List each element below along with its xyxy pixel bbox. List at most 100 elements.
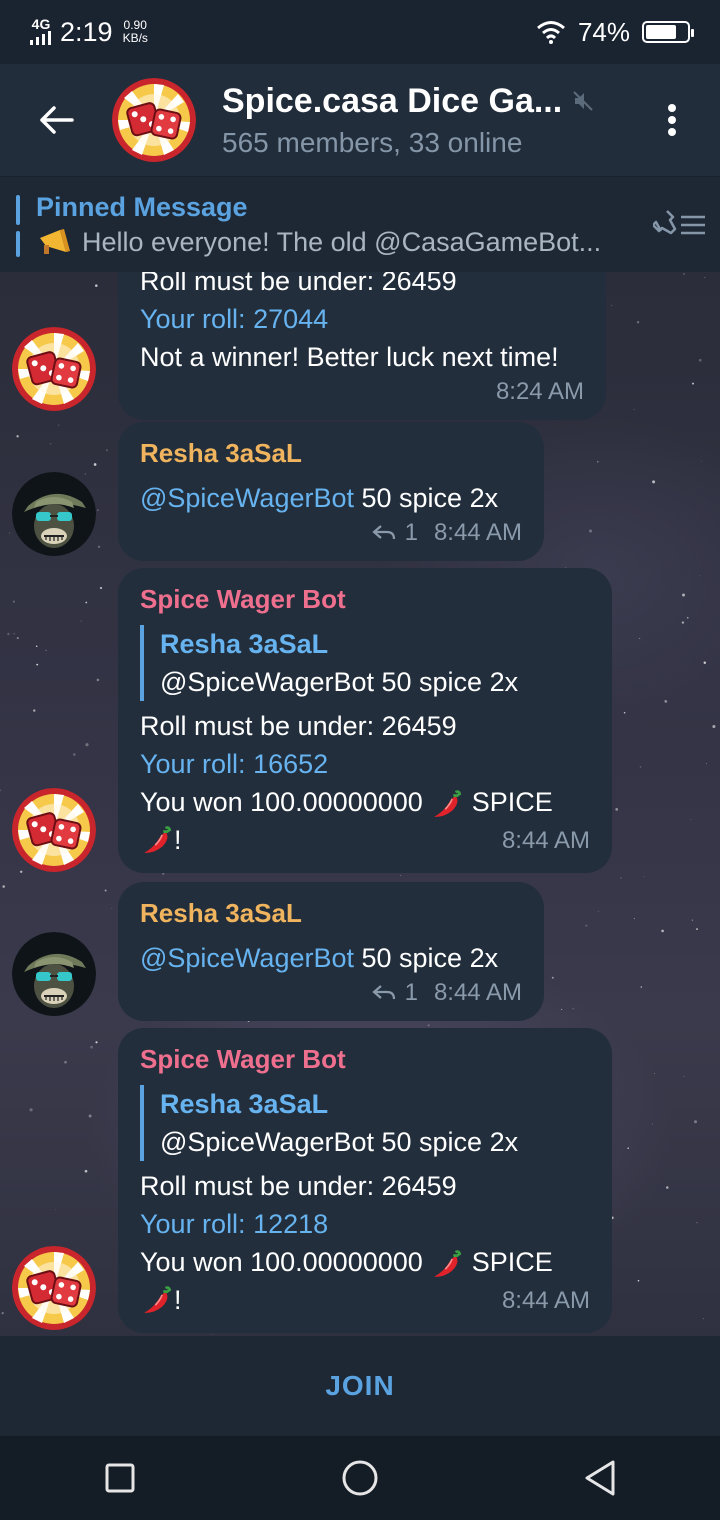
battery-percent: 74% — [577, 16, 630, 47]
star — [698, 358, 702, 362]
join-button[interactable]: JOIN — [325, 1370, 394, 1402]
result-text: Not a winner! Better luck next time! — [140, 342, 559, 372]
star — [640, 986, 643, 988]
chili-pepper-icon — [140, 1283, 174, 1317]
message-time: 8:44 AM — [501, 827, 590, 854]
avatar[interactable] — [12, 327, 96, 411]
reply-icon — [371, 525, 395, 540]
star — [93, 463, 97, 466]
avatar[interactable] — [12, 788, 96, 872]
group-avatar[interactable] — [112, 78, 196, 162]
star — [597, 461, 599, 463]
star — [636, 321, 640, 324]
message-bubble[interactable]: Roll must be under: 26459 Your roll: 270… — [118, 272, 606, 420]
star — [55, 1209, 57, 1210]
star — [50, 443, 52, 445]
monkey-avatar-icon — [12, 472, 96, 556]
chat-title: Spice.casa Dice Ga... — [222, 81, 563, 120]
dice-logo-icon — [12, 327, 96, 411]
recents-button[interactable] — [60, 1436, 180, 1520]
star — [90, 1045, 94, 1049]
system-back-button[interactable] — [540, 1436, 660, 1520]
star — [666, 1186, 669, 1189]
pinned-indicator — [16, 195, 20, 257]
star — [654, 1073, 656, 1074]
pinned-message-bar[interactable]: Pinned Message Hello everyone! The old @… — [0, 176, 720, 272]
kebab-menu-icon — [668, 104, 676, 136]
quote-sender: Resha 3aSaL — [160, 1089, 329, 1119]
star — [696, 928, 698, 931]
star — [561, 1008, 563, 1010]
star — [1, 1311, 4, 1315]
avatar[interactable] — [12, 1246, 96, 1330]
message-line: Roll must be under: 26459 — [140, 272, 457, 296]
star — [29, 1108, 33, 1112]
message-bubble[interactable]: Resha 3aSaL @SpiceWagerBot 50 spice 2x 1… — [118, 882, 544, 1021]
message-list[interactable]: Roll must be under: 26459 Your roll: 270… — [0, 272, 720, 1336]
star — [620, 877, 622, 879]
pinned-title: Pinned Message — [36, 191, 248, 222]
reply-quote[interactable]: Resha 3aSaL @SpiceWagerBot 50 spice 2x — [140, 1085, 590, 1161]
roll-value: Your roll: 12218 — [140, 1209, 329, 1239]
pinned-text: Hello everyone! The old @CasaGameBot... — [82, 226, 602, 257]
star — [633, 409, 635, 410]
star — [84, 473, 87, 475]
star — [9, 532, 11, 534]
star — [45, 649, 47, 651]
message-bubble[interactable]: Resha 3aSaL @SpiceWagerBot 50 spice 2x 1… — [118, 422, 544, 561]
star — [585, 924, 588, 927]
mention-link[interactable]: @SpiceWagerBot — [140, 483, 354, 513]
megaphone-icon — [40, 229, 70, 254]
dice-logo-icon — [112, 78, 196, 162]
network-type: 4G — [31, 16, 51, 32]
star — [696, 1222, 698, 1224]
message-time: 8:44 AM — [433, 519, 522, 546]
star — [427, 1024, 430, 1027]
star — [643, 876, 645, 878]
message-bubble[interactable]: Spice Wager Bot Resha 3aSaL @SpiceWagerB… — [118, 1028, 612, 1333]
more-options-button[interactable] — [624, 64, 720, 176]
signal-indicator: 4G — [30, 17, 52, 47]
message-bubble[interactable]: Spice Wager Bot Resha 3aSaL @SpiceWagerB… — [118, 568, 612, 873]
sender-name: Spice Wager Bot — [140, 584, 346, 614]
sender-name: Resha 3aSaL — [140, 438, 302, 468]
pin-list-icon — [653, 209, 705, 234]
mention-link[interactable]: @SpiceWagerBot — [140, 943, 354, 973]
star — [638, 637, 641, 640]
chat-info[interactable]: Spice.casa Dice Ga... 565 members, 33 on… — [222, 82, 624, 159]
avatar[interactable] — [12, 932, 96, 1016]
reply-quote[interactable]: Resha 3aSaL @SpiceWagerBot 50 spice 2x — [140, 625, 590, 701]
roll-rule: Roll must be under: 26459 — [140, 711, 457, 741]
clock: 2:19 — [60, 16, 113, 47]
star — [686, 616, 689, 619]
chili-pepper-icon — [430, 787, 464, 821]
monkey-avatar-icon — [12, 932, 96, 1016]
star — [588, 529, 593, 533]
star — [12, 600, 15, 603]
star — [106, 449, 108, 451]
star — [162, 872, 165, 875]
star — [99, 586, 103, 590]
star — [80, 620, 82, 622]
star — [19, 870, 23, 874]
roll-value: Your roll: 27044 — [140, 304, 329, 334]
back-button[interactable] — [0, 64, 112, 176]
avatar[interactable] — [12, 472, 96, 556]
star — [633, 918, 635, 920]
reply-count: 1 — [404, 979, 418, 1006]
star — [699, 575, 701, 577]
star — [7, 632, 10, 636]
home-button[interactable] — [300, 1436, 420, 1520]
status-bar: 4G 2:19 0.90 KB/s 74% — [0, 0, 720, 64]
chili-pepper-icon — [430, 1247, 464, 1281]
quote-sender: Resha 3aSaL — [160, 629, 329, 659]
triangle-back-icon — [585, 1460, 615, 1496]
star — [16, 637, 19, 640]
star — [35, 645, 38, 648]
battery-level — [646, 25, 676, 39]
star — [712, 724, 716, 729]
pinned-list-button[interactable] — [640, 177, 720, 273]
star — [627, 1147, 629, 1149]
reply-count: 1 — [404, 519, 418, 546]
star — [95, 1041, 98, 1044]
